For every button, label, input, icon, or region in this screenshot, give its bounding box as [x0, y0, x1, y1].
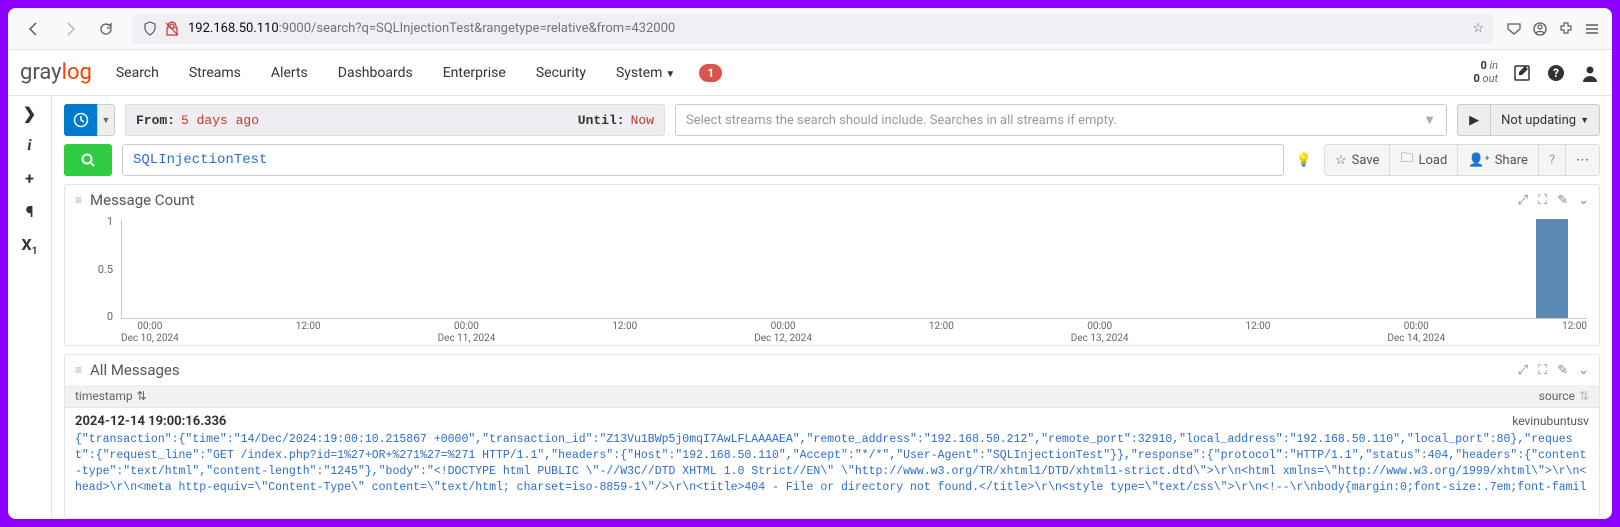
logo[interactable]: graylog	[20, 60, 92, 85]
help-icon[interactable]: ?	[1546, 63, 1566, 83]
user-icon[interactable]	[1580, 63, 1600, 83]
table-header: timestamp ⇅ source ⇅	[65, 385, 1599, 408]
nav-alerts[interactable]: Alerts	[265, 53, 314, 93]
focus-icon[interactable]: ⤢	[1518, 363, 1528, 378]
sort-icon[interactable]: ⇅	[1579, 389, 1589, 403]
subscript-icon[interactable]: X1	[22, 235, 38, 257]
paragraph-icon[interactable]: ¶	[26, 202, 34, 221]
nav-enterprise[interactable]: Enterprise	[437, 53, 512, 93]
sort-icon[interactable]: ⇅	[137, 389, 147, 403]
info-icon[interactable]: i	[27, 137, 31, 155]
reload-button[interactable]	[92, 15, 120, 43]
time-picker-button[interactable]	[64, 104, 98, 136]
account-icon[interactable]	[1532, 21, 1548, 37]
refresh-interval-dropdown[interactable]: Not updating▼	[1491, 104, 1600, 136]
search-button[interactable]	[64, 144, 112, 176]
expand-sidebar-icon[interactable]: ❯	[23, 104, 36, 123]
edit-icon[interactable]: ✎	[1557, 363, 1568, 378]
all-messages-panel: ≡ All Messages ⤢ ⛶ ✎ ⌄ timestamp ⇅ sourc…	[64, 354, 1600, 519]
drag-handle-icon[interactable]: ≡	[75, 363, 82, 377]
time-picker-dropdown[interactable]: ▼	[97, 104, 115, 136]
panel-menu-icon[interactable]: ⌄	[1578, 193, 1589, 208]
actions-help-icon[interactable]: ?	[1539, 145, 1566, 175]
chart-body[interactable]: 10.50 00:00Dec 10, 202412:0000:00Dec 11,…	[65, 215, 1599, 345]
save-button[interactable]: ☆Save	[1325, 145, 1390, 175]
stream-select[interactable]: Select streams the search should include…	[675, 104, 1447, 136]
browser-bar: 192.168.50.110:9000/search?q=SQLInjectio…	[8, 8, 1612, 50]
fullscreen-icon[interactable]: ⛶	[1538, 363, 1547, 378]
add-icon[interactable]: +	[25, 169, 34, 188]
load-button[interactable]: 🗀Load	[1390, 145, 1458, 175]
share-button[interactable]: 👤⁺Share	[1458, 145, 1539, 175]
panel-title: All Messages	[90, 361, 180, 379]
message-source: kevinubuntusv	[1512, 414, 1589, 429]
scratchpad-icon[interactable]	[1512, 63, 1532, 83]
nav-streams[interactable]: Streams	[183, 53, 247, 93]
panel-menu-icon[interactable]: ⌄	[1578, 363, 1589, 378]
panel-title: Message Count	[90, 191, 195, 209]
message-body: {"transaction":{"time":"14/Dec/2024:19:0…	[75, 432, 1589, 494]
throughput-indicator: 0 in 0 out	[1473, 60, 1498, 84]
url-text: 192.168.50.110:9000/search?q=SQLInjectio…	[188, 21, 675, 36]
message-count-panel: ≡ Message Count ⤢ ⛶ ✎ ⌄ 10.50 00:00Dec 1…	[64, 184, 1600, 346]
drag-handle-icon[interactable]: ≡	[75, 193, 82, 207]
extensions-icon[interactable]	[1558, 21, 1574, 37]
menu-icon[interactable]	[1584, 21, 1600, 37]
nav-search[interactable]: Search	[110, 53, 165, 93]
shield-icon	[142, 21, 158, 37]
bookmark-star-icon[interactable]: ☆	[1472, 21, 1484, 36]
refresh-play-button[interactable]: ▶	[1457, 104, 1491, 136]
col-source[interactable]: source ⇅	[1539, 389, 1589, 403]
time-range-display[interactable]: From: 5 days ago Until: Now	[125, 104, 665, 136]
notification-badge[interactable]: 1	[699, 64, 722, 82]
lock-strike-icon	[164, 21, 180, 37]
more-actions-button[interactable]: ⋯	[1566, 145, 1599, 175]
query-input[interactable]: SQLInjectionTest	[122, 144, 1284, 176]
svg-text:?: ?	[1553, 66, 1559, 80]
edit-icon[interactable]: ✎	[1557, 193, 1568, 208]
top-nav: graylog Search Streams Alerts Dashboards…	[8, 50, 1612, 96]
col-timestamp[interactable]: timestamp ⇅	[75, 389, 195, 403]
nav-system[interactable]: System▼	[610, 53, 681, 93]
focus-icon[interactable]: ⤢	[1518, 193, 1528, 208]
left-rail: ❯ i + ¶ X1	[8, 96, 52, 519]
pocket-icon[interactable]	[1506, 21, 1522, 37]
nav-security[interactable]: Security	[530, 53, 592, 93]
query-help-icon[interactable]: 💡	[1294, 144, 1314, 176]
forward-button[interactable]	[56, 15, 84, 43]
url-bar[interactable]: 192.168.50.110:9000/search?q=SQLInjectio…	[132, 14, 1494, 44]
table-row[interactable]: 2024-12-14 19:00:16.336 kevinubuntusv {"…	[65, 408, 1599, 500]
message-timestamp: 2024-12-14 19:00:16.336	[75, 414, 226, 429]
nav-dashboards[interactable]: Dashboards	[332, 53, 419, 93]
fullscreen-icon[interactable]: ⛶	[1538, 193, 1547, 208]
back-button[interactable]	[20, 15, 48, 43]
